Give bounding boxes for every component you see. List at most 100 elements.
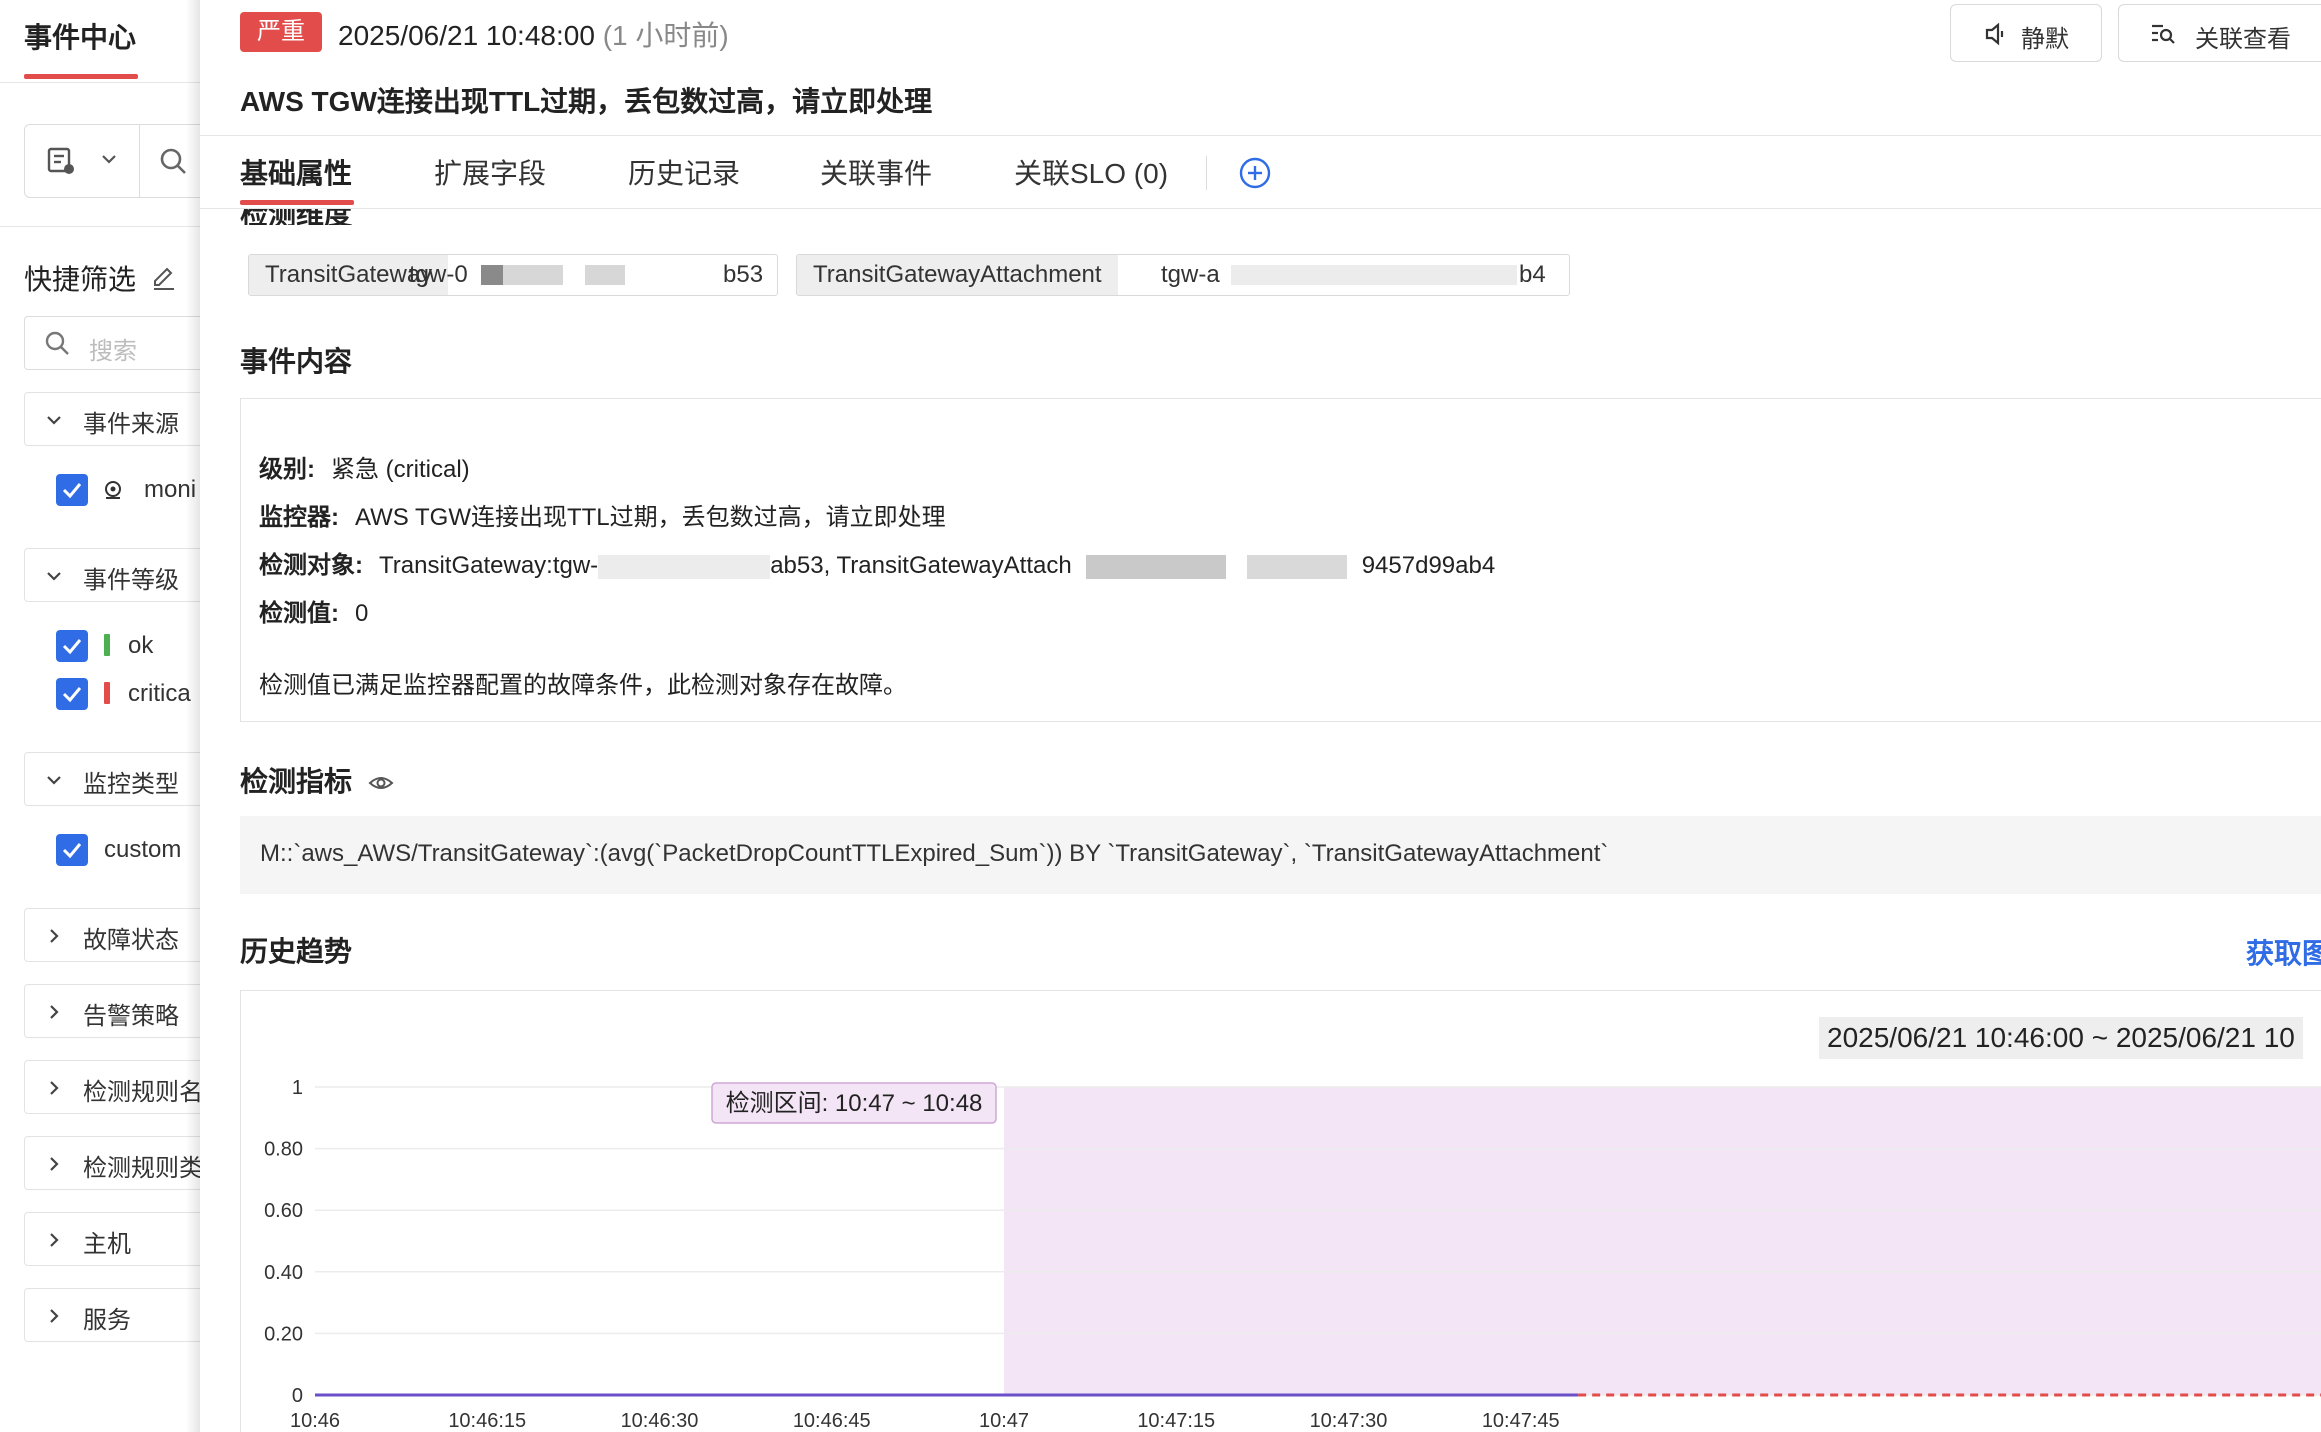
- filter-group-label: 监控类型: [83, 771, 179, 798]
- monitor-value: AWS TGW连接出现TTL过期，丢包数过高，请立即处理: [355, 504, 946, 531]
- filter-option-label: custom: [104, 836, 182, 863]
- metric-title-text: 检测指标: [240, 766, 353, 797]
- filter-group-fault-status[interactable]: 故障状态: [24, 908, 200, 962]
- filter-group-rule-type[interactable]: 检测规则类: [24, 1136, 200, 1190]
- value-label: 检测值:: [259, 600, 339, 627]
- severity-badge: 严重: [240, 12, 322, 52]
- checkbox-checked[interactable]: [56, 834, 88, 866]
- filter-group-label: 告警策略: [83, 1003, 179, 1030]
- event-description: 检测值已满足监控器配置的故障条件，此检测对象存在故障。: [259, 672, 907, 699]
- event-center-sidebar: 事件中心 快捷筛选 搜索 事件来源 moni 事件等级 ok critica 监…: [0, 0, 200, 1432]
- object-value-part2: ab53, TransitGatewayAttach: [770, 552, 1072, 579]
- chevron-down-icon: [45, 567, 63, 590]
- monitor-label: 监控器:: [259, 504, 339, 531]
- filter-group-service[interactable]: 服务: [24, 1288, 200, 1342]
- x-tick-label: 10:46:45: [793, 1410, 871, 1432]
- y-tick-label: 0.80: [264, 1139, 303, 1161]
- redacted-block: [503, 265, 563, 285]
- search-icon: [43, 329, 71, 362]
- chevron-down-icon: [45, 411, 63, 434]
- related-view-button-label: 关联查看: [2195, 26, 2291, 53]
- view-toolbar: [24, 124, 200, 198]
- chevron-right-icon: [45, 1155, 63, 1178]
- level-row: 级别: 紧急 (critical): [259, 449, 470, 484]
- chevron-right-icon: [45, 1079, 63, 1102]
- filter-group-label: 事件等级: [83, 567, 179, 594]
- related-search-icon: [2149, 21, 2177, 52]
- object-row: 检测对象: TransitGateway:tgw-ab53, TransitGat…: [259, 545, 1495, 580]
- edit-icon[interactable]: [150, 264, 178, 297]
- tab-extended-fields[interactable]: 扩展字段: [434, 152, 546, 192]
- x-tick-label: 10:46:30: [621, 1410, 699, 1432]
- filter-group-alert-policy[interactable]: 告警策略: [24, 984, 200, 1038]
- x-tick-label: 10:47:45: [1482, 1410, 1560, 1432]
- x-tick-label: 10:47: [979, 1410, 1029, 1432]
- speaker-icon: [1983, 21, 2009, 52]
- filter-group-label: 服务: [83, 1307, 131, 1334]
- event-detail-drawer: 严重 2025/06/21 10:48:00 (1 小时前) 静默 关联查看 A…: [200, 0, 2321, 1432]
- redacted-block: [481, 265, 503, 285]
- checkbox-checked[interactable]: [56, 474, 88, 506]
- x-tick-label: 10:47:15: [1137, 1410, 1215, 1432]
- checkbox-checked[interactable]: [56, 678, 88, 710]
- filter-group-host[interactable]: 主机: [24, 1212, 200, 1266]
- dimensions-title: 检测维度: [240, 209, 353, 225]
- level-color-indicator: [104, 634, 110, 656]
- monitor-icon: [102, 479, 124, 506]
- filter-option-label: ok: [128, 632, 154, 659]
- history-chart: 2025/06/21 10:46:00 ~ 2025/06/21 10 0 0.2…: [240, 990, 2321, 1432]
- filter-group-label: 主机: [83, 1231, 131, 1258]
- get-chart-link[interactable]: 获取图: [2246, 932, 2321, 972]
- dimension-tag-transit-gateway-attachment: TransitGatewayAttachment tgw-a b4: [796, 254, 1570, 296]
- add-tab-icon[interactable]: [1238, 156, 1272, 195]
- tab-basic-attributes[interactable]: 基础属性: [240, 152, 352, 192]
- filter-group-label: 检测规则类: [83, 1155, 200, 1182]
- detection-interval-area: [1004, 1087, 2321, 1395]
- chart-plot: 0 0.20 0.40 0.60 0.80 1 10:46 10:46:15 10:46:30 1…: [264, 1077, 2321, 1432]
- sidebar-title[interactable]: 事件中心: [24, 16, 136, 56]
- event-time: 2025/06/21 10:48:00 (1 小时前): [338, 14, 729, 54]
- eye-icon[interactable]: [368, 768, 394, 800]
- related-view-button[interactable]: 关联查看: [2118, 4, 2321, 62]
- divider: [139, 125, 140, 197]
- redacted-block: [1086, 554, 1227, 579]
- filter-option-label: critica: [128, 680, 191, 707]
- tab-related-slo[interactable]: 关联SLO (0): [1014, 152, 1168, 192]
- metric-expression: M::`aws_AWS/TransitGateway`:(avg(`Packet…: [260, 840, 1609, 867]
- chevron-down-icon: [45, 771, 63, 794]
- dimensions-title-clip: 检测维度: [240, 209, 540, 225]
- filter-group-event-level[interactable]: 事件等级: [24, 548, 200, 602]
- filter-search-input[interactable]: 搜索: [24, 316, 200, 370]
- mute-button-label: 静默: [2021, 26, 2069, 53]
- event-relative-time: (1 小时前): [602, 20, 729, 51]
- filter-group-monitor-type[interactable]: 监控类型: [24, 752, 200, 806]
- value-value: 0: [355, 600, 369, 627]
- dimension-tag-transit-gateway: TransitGateway tgw-0 b53: [248, 254, 778, 296]
- divider: [200, 135, 2321, 136]
- dimension-key: TransitGatewayAttachment: [797, 255, 1118, 295]
- redacted-block: [598, 554, 771, 579]
- y-tick-label: 1: [292, 1077, 303, 1099]
- object-value-part3: 9457d99ab4: [1361, 552, 1496, 579]
- tab-related-events[interactable]: 关联事件: [820, 152, 932, 192]
- level-value: 紧急 (critical): [331, 456, 470, 483]
- y-tick-label: 0: [292, 1385, 303, 1407]
- detection-interval-label: 检测区间: 10:47 ~ 10:48: [726, 1090, 983, 1117]
- search-icon[interactable]: [157, 145, 189, 182]
- list-view-icon[interactable]: [45, 145, 77, 182]
- level-label: 级别:: [259, 456, 315, 483]
- tab-history[interactable]: 历史记录: [628, 152, 740, 192]
- history-trend-title: 历史趋势: [240, 936, 353, 967]
- checkbox-checked[interactable]: [56, 630, 88, 662]
- mute-button[interactable]: 静默: [1950, 4, 2102, 62]
- event-content-title: 事件内容: [240, 346, 353, 377]
- filter-group-event-source[interactable]: 事件来源: [24, 392, 200, 446]
- divider: [0, 226, 200, 227]
- x-tick-label: 10:46:15: [448, 1410, 526, 1432]
- quick-filter-label: 快捷筛选: [24, 264, 137, 295]
- event-title: AWS TGW连接出现TTL过期，丢包数过高，请立即处理: [240, 86, 933, 117]
- filter-group-rule-name[interactable]: 检测规则名: [24, 1060, 200, 1114]
- x-tick-label: 10:46: [290, 1410, 340, 1432]
- y-tick-label: 0.20: [264, 1323, 303, 1345]
- chevron-down-icon[interactable]: [99, 149, 119, 174]
